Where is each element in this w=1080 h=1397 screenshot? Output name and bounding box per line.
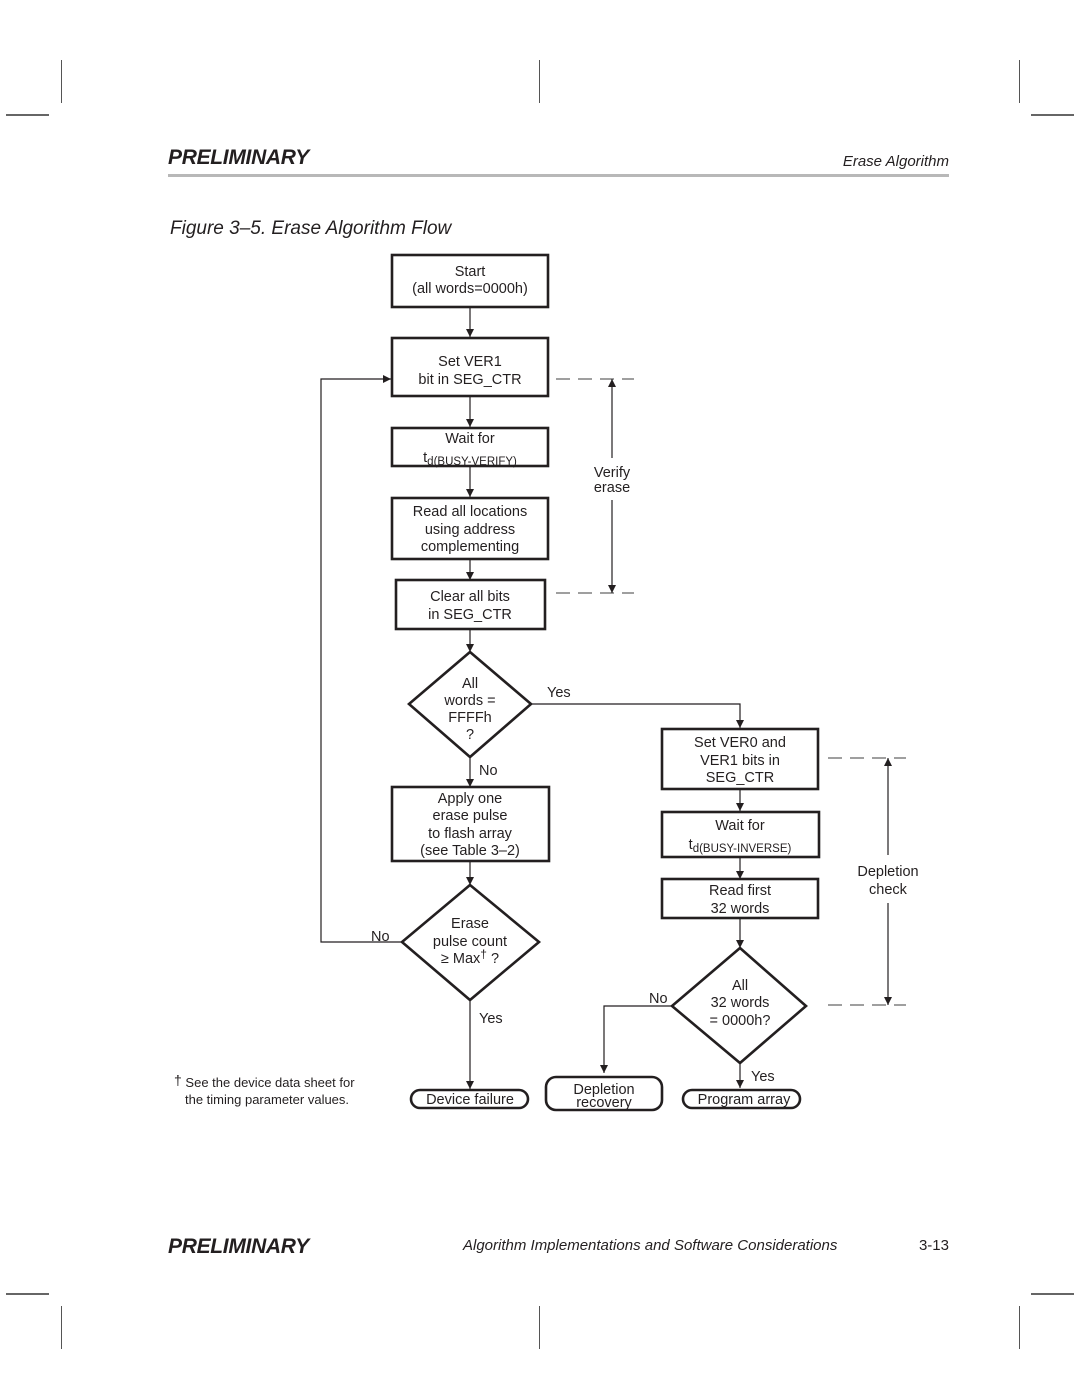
apply-pulse-line4: (see Table 3–2) bbox=[420, 843, 520, 859]
start-line2: (all words=0000h) bbox=[412, 281, 528, 297]
depletion-check-line2: check bbox=[869, 882, 908, 898]
footnote-line1: See the device data sheet for bbox=[185, 1075, 355, 1090]
decision-0000-line2: 32 words bbox=[711, 995, 770, 1011]
connector-loop-no bbox=[320, 375, 402, 943]
decision-ffff-line1: All bbox=[462, 676, 478, 692]
decision-0000-line3: = 0000h? bbox=[710, 1013, 771, 1029]
clear-bits-line1: Clear all bits bbox=[430, 589, 510, 605]
label-yes-0000: Yes bbox=[751, 1069, 775, 1085]
wait-inverse-line1: Wait for bbox=[715, 818, 765, 834]
read-all-line1: Read all locations bbox=[413, 504, 527, 520]
read-all-line3: complementing bbox=[421, 539, 519, 555]
label-no-ffff: No bbox=[479, 763, 498, 779]
set-ver0-line1: Set VER0 and bbox=[694, 735, 786, 751]
depletion-check-line1: Depletion bbox=[857, 864, 918, 880]
footnote-dagger: † bbox=[174, 1072, 182, 1088]
read-all-line2: using address bbox=[425, 522, 515, 538]
apply-pulse-line3: to flash array bbox=[428, 826, 513, 842]
footnote-line2: the timing parameter values. bbox=[185, 1092, 350, 1107]
set-ver1-line1: Set VER1 bbox=[438, 354, 502, 370]
label-no-max: No bbox=[371, 929, 390, 945]
read-first-line1: Read first bbox=[709, 883, 771, 899]
decision-0000-line1: All bbox=[732, 978, 748, 994]
apply-pulse-line1: Apply one bbox=[438, 791, 503, 807]
connector-yes-branch bbox=[531, 703, 744, 728]
connector-no-branch bbox=[600, 1005, 672, 1073]
depletion-recovery-line2: recovery bbox=[576, 1095, 632, 1111]
erase-algorithm-flowchart: Start (all words=0000h) Set VER1 bit in … bbox=[320, 253, 919, 1112]
decision-ffff-line3: FFFFh bbox=[448, 710, 492, 726]
footnote: † See the device data sheet for the timi… bbox=[174, 1072, 355, 1108]
program-array-label: Program array bbox=[698, 1092, 791, 1108]
label-no-0000: No bbox=[649, 991, 668, 1007]
page-number: 3-13 bbox=[918, 1237, 949, 1254]
set-ver0-line2: VER1 bits in bbox=[700, 753, 780, 769]
decision-max-line2: pulse count bbox=[433, 934, 507, 950]
apply-pulse-line2: erase pulse bbox=[433, 808, 508, 824]
verify-erase-line2: erase bbox=[594, 480, 630, 496]
label-yes-max: Yes bbox=[479, 1011, 503, 1027]
clear-bits-line2: in SEG_CTR bbox=[428, 607, 512, 623]
footer-chapter-title: Algorithm Implementations and Software C… bbox=[463, 1237, 838, 1254]
read-first-line2: 32 words bbox=[711, 901, 770, 917]
set-ver0-line3: SEG_CTR bbox=[706, 770, 775, 786]
decision-max-line1: Erase bbox=[451, 916, 489, 932]
footer-preliminary: PRELIMINARY bbox=[168, 1235, 309, 1258]
device-failure-label: Device failure bbox=[426, 1092, 514, 1108]
start-line1: Start bbox=[455, 264, 486, 280]
decision-ffff-line2: words = bbox=[443, 693, 495, 709]
wait-verify-line1: Wait for bbox=[445, 431, 495, 447]
set-ver1-line2: bit in SEG_CTR bbox=[418, 372, 521, 388]
decision-ffff-line4: ? bbox=[466, 727, 474, 743]
verify-erase-line1: Verify bbox=[594, 465, 631, 481]
label-yes-ffff: Yes bbox=[547, 685, 571, 701]
